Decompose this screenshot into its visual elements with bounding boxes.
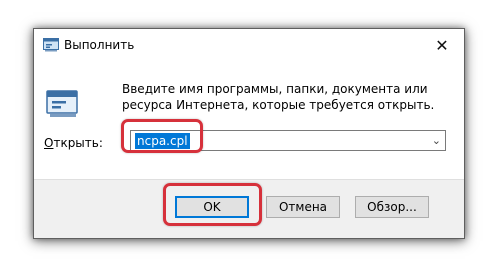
close-button[interactable]: ✕	[420, 29, 464, 61]
close-icon: ✕	[435, 35, 449, 55]
dialog-description: Введите имя программы, папки, документа …	[122, 82, 435, 112]
dialog-content: Введите имя программы, папки, документа …	[34, 61, 464, 179]
run-icon	[46, 90, 78, 117]
run-icon	[43, 38, 59, 52]
window-title: Выполнить	[64, 38, 135, 52]
browse-button[interactable]: Обзор...	[355, 196, 429, 218]
cancel-button[interactable]: Отмена	[266, 196, 340, 218]
chevron-down-icon[interactable]: ⌄	[432, 134, 441, 147]
title-bar[interactable]: Выполнить ✕	[34, 29, 464, 61]
highlight-ok	[163, 183, 262, 226]
highlight-input	[121, 119, 203, 153]
open-label: Открыть:	[44, 136, 103, 150]
